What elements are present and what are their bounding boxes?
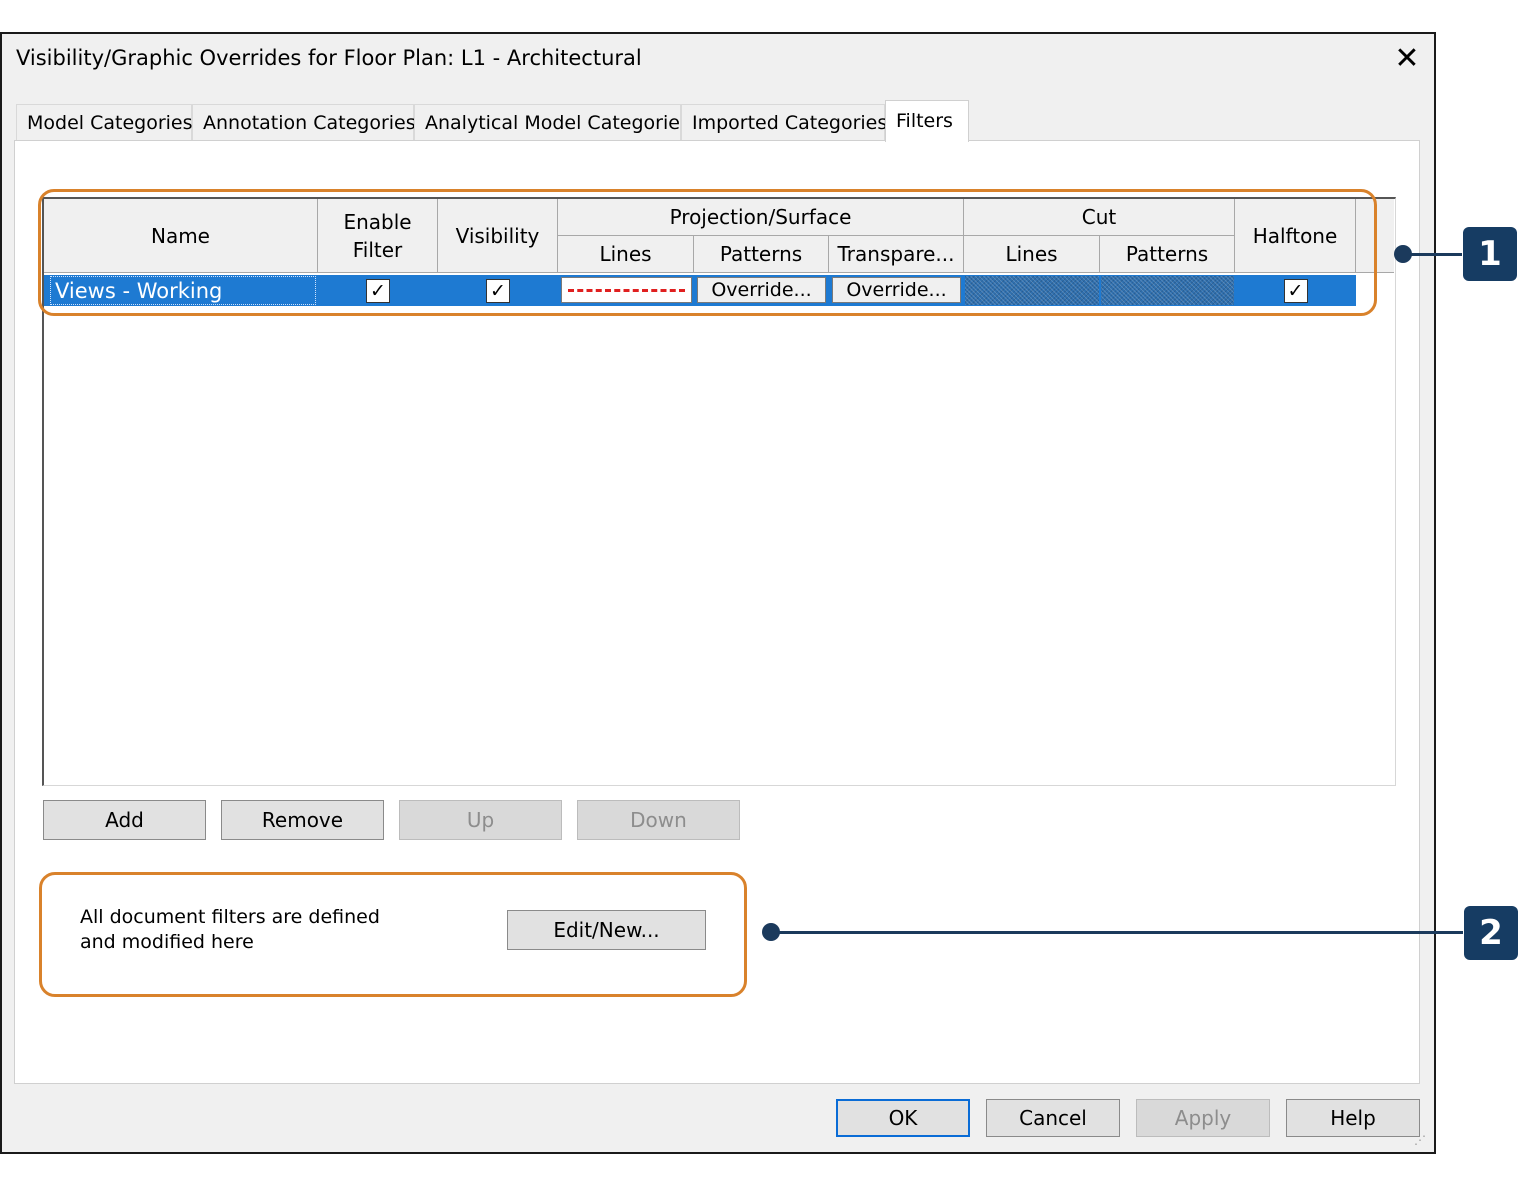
remove-button[interactable]: Remove <box>221 800 384 840</box>
callout-badge-2: 2 <box>1464 906 1518 960</box>
tab-annotation-categories[interactable]: Annotation Categories <box>192 104 416 140</box>
close-icon[interactable]: ✕ <box>1390 42 1424 76</box>
tab-imported-categories[interactable]: Imported Categories <box>681 104 887 140</box>
down-button[interactable]: Down <box>577 800 740 840</box>
callout-line-2 <box>775 931 1463 934</box>
tab-model-categories[interactable]: Model Categories <box>16 104 193 140</box>
callout-badge-1: 1 <box>1463 227 1517 281</box>
filters-description: All document filters are defined and mod… <box>80 906 380 953</box>
apply-button[interactable]: Apply <box>1136 1099 1270 1137</box>
callout-line-1 <box>1406 253 1462 256</box>
up-button[interactable]: Up <box>399 800 562 840</box>
help-button[interactable]: Help <box>1286 1099 1420 1137</box>
resize-grip-icon[interactable]: ⋰ <box>1414 1133 1426 1147</box>
add-button[interactable]: Add <box>43 800 206 840</box>
callout-box-1 <box>38 189 1377 316</box>
dialog-title: Visibility/Graphic Overrides for Floor P… <box>16 46 642 70</box>
cancel-button[interactable]: Cancel <box>986 1099 1120 1137</box>
tab-filters[interactable]: Filters <box>885 100 969 142</box>
edit-new-button[interactable]: Edit/New... <box>507 910 706 950</box>
tab-analytical-model-categories[interactable]: Analytical Model Categories <box>414 104 690 140</box>
ok-button[interactable]: OK <box>836 1099 970 1137</box>
